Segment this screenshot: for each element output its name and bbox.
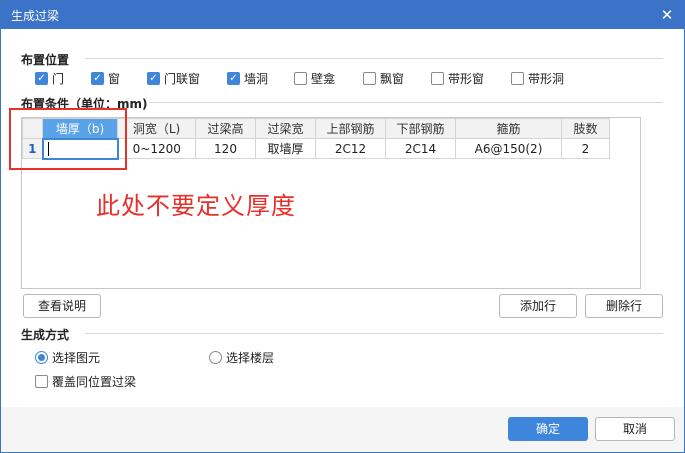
checkbox-wall-opening-box[interactable]: ✓ <box>227 72 240 85</box>
checkbox-strip-window-box[interactable] <box>431 72 444 85</box>
checkbox-window-box[interactable]: ✓ <box>91 72 104 85</box>
view-help-button[interactable]: 查看说明 <box>23 294 101 318</box>
checkbox-wall-opening[interactable]: ✓ 墙洞 <box>227 70 268 87</box>
table-cell[interactable]: 2 <box>561 138 610 159</box>
checkbox-door-label: 门 <box>52 72 65 86</box>
title-bar[interactable]: 生成过梁 ✕ <box>1 1 684 29</box>
checkbox-overwrite-lintel[interactable]: 覆盖同位置过梁 <box>35 373 136 390</box>
conditions-separator <box>149 102 663 103</box>
checkbox-bay-window[interactable]: 飘窗 <box>363 70 404 87</box>
column-header[interactable]: 过梁宽 <box>255 118 316 139</box>
table-cell[interactable]: 120 <box>195 138 256 159</box>
radio-select-element-label: 选择图元 <box>52 351 101 365</box>
checkbox-window-label: 窗 <box>108 72 121 86</box>
checkbox-bay-window-box[interactable] <box>363 72 376 85</box>
checkbox-window[interactable]: ✓ 窗 <box>91 70 120 87</box>
dialog-title: 生成过梁 <box>11 9 60 23</box>
table-cell[interactable]: 2C14 <box>385 138 456 159</box>
close-icon[interactable]: ✕ <box>656 4 678 26</box>
placement-separator <box>85 58 663 59</box>
annotation-highlight-box <box>9 108 127 170</box>
annotation-text: 此处不要定义厚度 <box>96 192 296 220</box>
generation-separator <box>85 333 663 334</box>
checkbox-niche-box[interactable] <box>294 72 307 85</box>
checkbox-strip-window[interactable]: 带形窗 <box>431 70 484 87</box>
table-cell[interactable]: 取墙厚 <box>255 138 316 159</box>
checkbox-door-window[interactable]: ✓ 门联窗 <box>147 70 200 87</box>
column-header[interactable]: 下部钢筋 <box>385 118 456 139</box>
checkbox-bay-window-label: 飘窗 <box>380 72 405 86</box>
checkbox-strip-opening-label: 带形洞 <box>528 72 565 86</box>
cancel-button[interactable]: 取消 <box>595 417 675 441</box>
radio-select-element-circle[interactable] <box>35 351 48 364</box>
column-header[interactable]: 洞宽（L) <box>117 118 196 139</box>
radio-select-element[interactable]: 选择图元 <box>35 349 100 366</box>
table-cell[interactable]: 2C12 <box>315 138 386 159</box>
checkbox-strip-opening[interactable]: 带形洞 <box>511 70 564 87</box>
radio-select-floor-circle[interactable] <box>209 351 222 364</box>
table-cell[interactable]: A6@150(2) <box>455 138 562 159</box>
radio-select-floor-label: 选择楼层 <box>226 351 275 365</box>
checkbox-niche-label: 壁龛 <box>311 72 336 86</box>
table-cell[interactable]: 0~1200 <box>117 138 196 159</box>
generation-section-title: 生成方式 <box>21 328 70 342</box>
ok-button[interactable]: 确定 <box>508 417 588 441</box>
checkbox-overwrite-lintel-box[interactable] <box>35 375 48 388</box>
checkbox-strip-window-label: 带形窗 <box>448 72 485 86</box>
column-header[interactable]: 过梁高 <box>195 118 256 139</box>
column-header[interactable]: 箍筋 <box>455 118 562 139</box>
radio-select-floor[interactable]: 选择楼层 <box>209 349 274 366</box>
checkbox-niche[interactable]: 壁龛 <box>294 70 335 87</box>
column-header[interactable]: 肢数 <box>561 118 610 139</box>
delete-row-button[interactable]: 删除行 <box>585 294 663 318</box>
dialog-footer: 确定 取消 <box>1 407 684 452</box>
checkbox-door[interactable]: ✓ 门 <box>35 70 64 87</box>
radio-selected-dot <box>38 354 45 361</box>
checkbox-door-box[interactable]: ✓ <box>35 72 48 85</box>
checkbox-wall-opening-label: 墙洞 <box>244 72 269 86</box>
checkbox-door-window-label: 门联窗 <box>164 72 201 86</box>
column-header[interactable]: 上部钢筋 <box>315 118 386 139</box>
dialog-content: 布置位置 ✓ 门 ✓ 窗 ✓ 门联窗 ✓ 墙洞 壁龛 飘窗 带形窗 带形洞 布置… <box>1 29 684 407</box>
add-row-button[interactable]: 添加行 <box>499 294 577 318</box>
placement-section-title: 布置位置 <box>21 53 70 67</box>
checkbox-door-window-box[interactable]: ✓ <box>147 72 160 85</box>
dialog-window: 生成过梁 ✕ 布置位置 ✓ 门 ✓ 窗 ✓ 门联窗 ✓ 墙洞 壁龛 飘窗 带形窗… <box>0 0 685 453</box>
checkbox-overwrite-lintel-label: 覆盖同位置过梁 <box>52 375 137 389</box>
checkbox-strip-opening-box[interactable] <box>511 72 524 85</box>
